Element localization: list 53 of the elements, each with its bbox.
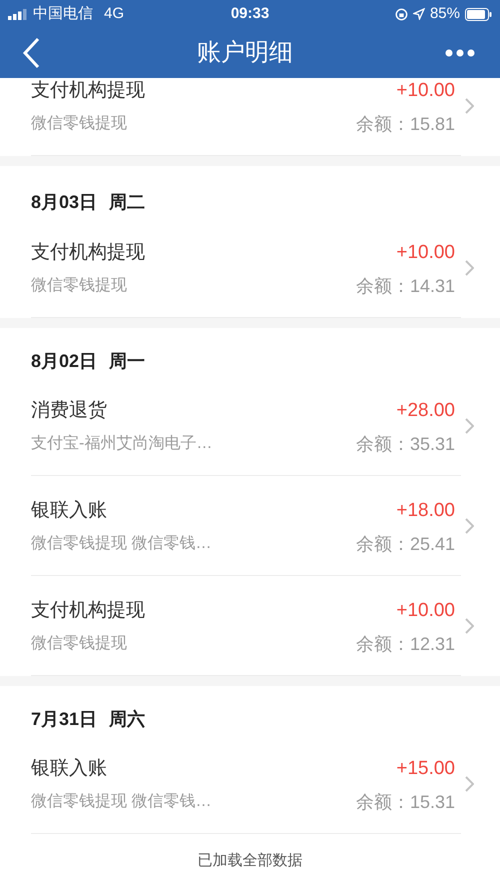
transaction-title: 银联入账 — [31, 498, 107, 523]
balance-text: 余额：25.41 — [356, 532, 455, 556]
transaction-subtitle: 微信零钱提现 — [31, 634, 127, 654]
signal-icon — [8, 8, 28, 20]
weekday-heading: 周六 — [109, 708, 146, 730]
more-icon — [445, 49, 475, 57]
transaction-row[interactable]: 支付机构提现 +10.00 微信零钱提现 余额：15.81 — [0, 78, 500, 156]
battery-percent: 85% — [430, 4, 460, 24]
transaction-amount: +28.00 — [396, 398, 455, 423]
chevron-icon — [465, 618, 474, 634]
chevron-icon — [465, 98, 474, 114]
date-heading: 8月03日 — [31, 190, 98, 214]
loaded-all-text: 已加载全部数据 — [198, 851, 302, 872]
balance-text: 余额：14.31 — [356, 274, 455, 298]
back-chevron-icon — [22, 37, 40, 69]
transaction-subtitle: 微信零钱提现 微信零钱… — [31, 792, 212, 812]
weekday-heading: 周二 — [109, 190, 146, 214]
balance-text: 余额：12.31 — [356, 632, 455, 656]
transaction-amount: +10.00 — [396, 240, 455, 265]
transaction-title: 支付机构提现 — [31, 598, 145, 623]
transaction-amount: +10.00 — [396, 78, 455, 103]
rotation-lock-icon — [394, 8, 408, 20]
weekday-heading: 周一 — [109, 350, 146, 372]
balance-text: 余额：35.31 — [356, 432, 455, 456]
transaction-title: 消费退货 — [31, 398, 107, 423]
transaction-title: 支付机构提现 — [31, 240, 145, 265]
transaction-subtitle: 微信零钱提现 — [31, 114, 127, 134]
balance-text: 余额：15.81 — [356, 112, 455, 136]
transaction-title: 支付机构提现 — [31, 78, 145, 103]
transaction-subtitle: 微信零钱提现 微信零钱… — [31, 534, 212, 554]
balance-text: 余额：15.31 — [356, 790, 455, 814]
chevron-icon — [465, 260, 474, 276]
transaction-row[interactable]: 消费退货 +28.00 支付宝-福州艾尚淘电子… 余额：35.31 — [0, 376, 500, 476]
transaction-row[interactable]: 银联入账 +18.00 微信零钱提现 微信零钱… 余额：25.41 — [0, 476, 500, 576]
transaction-amount: +10.00 — [396, 598, 455, 623]
transaction-amount: +15.00 — [396, 756, 455, 781]
chevron-icon — [465, 776, 474, 792]
chevron-icon — [465, 518, 474, 534]
transaction-row[interactable]: 支付机构提现 +10.00 微信零钱提现 余额：12.31 — [0, 576, 500, 676]
location-arrow-icon — [412, 8, 425, 20]
transaction-subtitle: 微信零钱提现 — [31, 276, 127, 296]
transaction-title: 银联入账 — [31, 756, 107, 781]
network-text: 4G — [104, 4, 124, 24]
transaction-subtitle: 支付宝-福州艾尚淘电子… — [31, 434, 212, 454]
transaction-amount: +18.00 — [396, 498, 455, 523]
transaction-row[interactable]: 支付机构提现 +10.00 微信零钱提现 余额：14.31 — [0, 218, 500, 318]
chevron-icon — [465, 418, 474, 434]
clock-text: 09:33 — [230, 4, 270, 24]
page-title: 账户明细 — [196, 38, 294, 68]
date-heading: 8月02日 — [31, 350, 98, 372]
battery-icon — [465, 8, 492, 20]
carrier-text: 中国电信 — [33, 4, 93, 24]
date-heading: 7月31日 — [31, 708, 98, 730]
